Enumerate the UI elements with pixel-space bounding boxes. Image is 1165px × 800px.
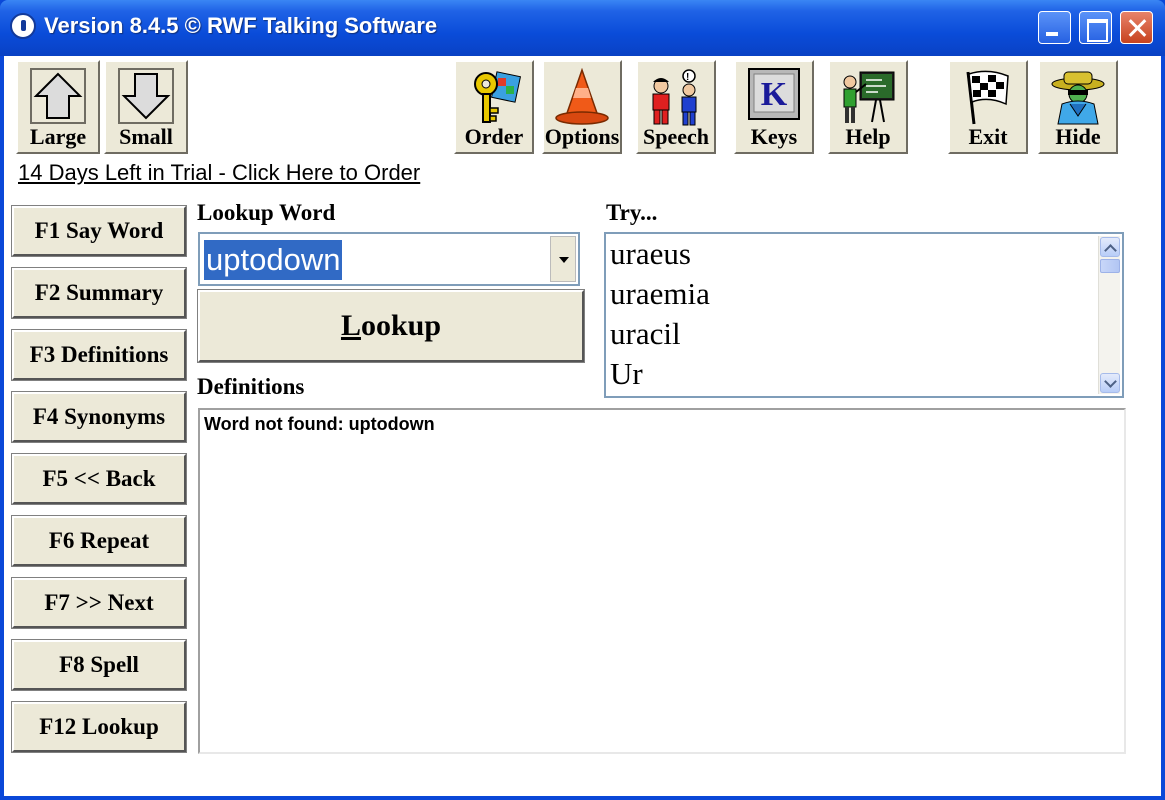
maximize-button[interactable]: [1079, 11, 1112, 44]
client-area: Large Small Order Options ! Speech K Key…: [4, 56, 1161, 796]
try-label: Try...: [606, 200, 658, 225]
f4-synonyms-button[interactable]: F4 Synonyms: [12, 392, 186, 442]
exit-button[interactable]: Exit: [948, 60, 1028, 154]
exit-label: Exit: [968, 124, 1008, 149]
lookup-word-combobox[interactable]: uptodown: [198, 232, 580, 286]
keyboard-key-icon: K: [748, 68, 800, 120]
hide-button[interactable]: Hide: [1038, 60, 1118, 154]
scroll-down-icon[interactable]: [1100, 373, 1120, 393]
traffic-cone-icon: [555, 68, 609, 125]
options-label: Options: [544, 124, 620, 149]
lookup-word-label: Lookup Word: [197, 200, 336, 225]
f7-next-button[interactable]: F7 >> Next: [12, 578, 186, 628]
definitions-text: Word not found: uptodown: [204, 414, 435, 434]
app-window: Version 8.4.5 © RWF Talking Software Lar…: [0, 0, 1165, 800]
keys-label: Keys: [750, 124, 798, 149]
lookup-button-label: ookup: [360, 309, 442, 342]
help-label: Help: [845, 124, 891, 149]
f12-lookup-button[interactable]: F12 Lookup: [12, 702, 186, 752]
options-button[interactable]: Options: [542, 60, 622, 154]
list-item[interactable]: uraemia: [610, 274, 710, 314]
large-button[interactable]: Large: [16, 60, 100, 154]
list-item[interactable]: Ur: [610, 354, 643, 394]
order-button[interactable]: Order: [454, 60, 534, 154]
key-icon: [474, 71, 522, 123]
trial-order-link[interactable]: 14 Days Left in Trial - Click Here to Or…: [18, 160, 420, 186]
hide-label: Hide: [1055, 124, 1101, 149]
window-title: Version 8.4.5 © RWF Talking Software: [44, 13, 438, 38]
small-label: Small: [119, 124, 173, 149]
title-bar[interactable]: Version 8.4.5 © RWF Talking Software: [0, 0, 1165, 56]
lookup-accelerator: L: [340, 309, 361, 342]
definitions-textbox[interactable]: Word not found: uptodown: [198, 408, 1126, 754]
people-talking-icon: !: [652, 69, 697, 126]
down-arrow-icon: [118, 68, 174, 124]
minimize-button[interactable]: [1038, 11, 1071, 44]
lookup-word-value[interactable]: uptodown: [204, 240, 343, 280]
scroll-up-icon[interactable]: [1100, 237, 1120, 257]
up-arrow-icon: [30, 68, 86, 124]
list-item[interactable]: uraeus: [610, 234, 691, 274]
scroll-thumb[interactable]: [1100, 259, 1120, 273]
svg-text:!: !: [686, 72, 689, 83]
f2-summary-button[interactable]: F2 Summary: [12, 268, 186, 318]
teacher-board-icon: [843, 71, 895, 123]
small-button[interactable]: Small: [104, 60, 188, 154]
close-button[interactable]: [1120, 11, 1153, 44]
checkered-flag-icon: [966, 70, 1009, 125]
f1-say-word-button[interactable]: F1 Say Word: [12, 206, 186, 256]
large-label: Large: [29, 124, 87, 149]
keys-glyph: K: [761, 76, 788, 113]
vertical-scrollbar[interactable]: [1098, 236, 1120, 394]
detective-icon: [1051, 71, 1105, 125]
order-label: Order: [464, 124, 524, 149]
speech-label: Speech: [643, 124, 709, 149]
lookup-button[interactable]: Lookup: [198, 290, 584, 362]
f8-spell-button[interactable]: F8 Spell: [12, 640, 186, 690]
list-item[interactable]: uracil: [610, 314, 681, 354]
keys-button[interactable]: K Keys: [734, 60, 814, 154]
help-button[interactable]: Help: [828, 60, 908, 154]
suggestions-list[interactable]: uraeus uraemia uracil Ur: [604, 232, 1124, 398]
f3-definitions-button[interactable]: F3 Definitions: [12, 330, 186, 380]
f6-repeat-button[interactable]: F6 Repeat: [12, 516, 186, 566]
f5-back-button[interactable]: F5 << Back: [12, 454, 186, 504]
speech-button[interactable]: ! Speech: [636, 60, 716, 154]
dropdown-arrow-icon[interactable]: [550, 236, 576, 282]
info-icon[interactable]: [10, 13, 36, 39]
definitions-label: Definitions: [197, 374, 305, 399]
